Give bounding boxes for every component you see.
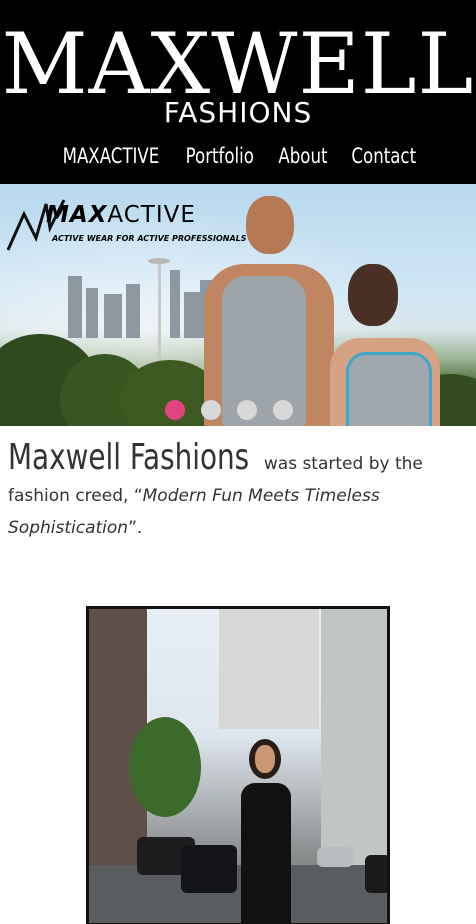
photo-building-center [219,609,319,729]
hero-slider[interactable]: MAXACTIVE ACTIVE WEAR FOR ACTIVE PROFESS… [0,184,476,426]
skyline-building [68,276,82,338]
photo-model-dress [241,783,291,923]
slider-dots [165,400,293,420]
brand-tagline: ACTIVE WEAR FOR ACTIVE PROFESSIONALS [52,234,247,243]
intro-title: Maxwell Fashions [8,437,250,478]
model-man-head [246,196,294,254]
slider-dot-3[interactable] [237,400,257,420]
site-header: MAXWELL FASHIONS MAXACTIVE Portfolio Abo… [0,0,476,184]
slider-dot-1[interactable] [165,400,185,420]
logo-maxwell[interactable]: MAXWELL [0,22,476,106]
photo-car [181,845,237,893]
brand-name: MAXACTIVE [46,202,196,228]
skyline-building [104,294,122,338]
slider-dot-4[interactable] [273,400,293,420]
space-needle-top [148,258,170,264]
main-nav: MAXACTIVE Portfolio About Contact [0,144,476,168]
nav-link-portfolio[interactable]: Portfolio [186,144,254,168]
photo-model-face [255,745,275,773]
logo-fashions[interactable]: FASHIONS [0,96,476,129]
model-woman-head [348,264,398,326]
skyline-building [170,270,180,338]
intro-text-after: ”. [128,518,143,538]
nav-link-maxactive[interactable]: MAXACTIVE [62,144,159,168]
slider-dot-2[interactable] [201,400,221,420]
nav-link-about[interactable]: About [278,144,327,168]
skyline-building [184,292,200,338]
skyline-building [126,284,140,338]
photo-car [365,855,387,893]
photo-tree [129,717,201,817]
tank-top-blue-trim [346,352,432,426]
intro-paragraph: Maxwell Fashions was started by the fash… [8,437,470,544]
photo-model [231,739,301,923]
nav-link-contact[interactable]: Contact [351,144,416,168]
maxactive-brand: MAXACTIVE ACTIVE WEAR FOR ACTIVE PROFESS… [6,198,247,259]
fashion-photo [86,606,390,924]
photo-car [317,847,353,867]
skyline-building [86,288,98,338]
